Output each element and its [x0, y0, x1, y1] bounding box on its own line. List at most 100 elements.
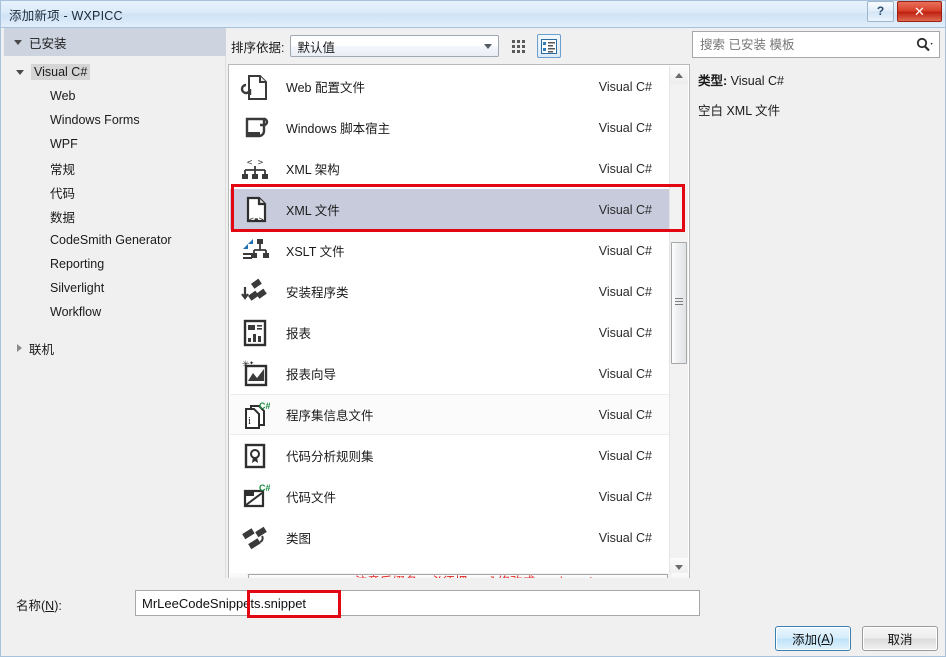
arrow-up-icon [675, 72, 683, 78]
search-input[interactable] [700, 37, 909, 52]
tree-item-label: WPF [50, 137, 78, 151]
svg-text:<▪>: <▪> [249, 215, 264, 224]
list-item-name: 代码分析规则集 [286, 450, 374, 464]
tree-item-label: 代码 [50, 186, 76, 201]
list-item-language: Visual C# [598, 79, 652, 94]
template-category-tree: Visual C# Web Windows Forms WPF 常规 代码 数据… [4, 60, 226, 360]
xslt-file-icon [238, 234, 272, 268]
list-item[interactable]: ✳ ✦ 报表向导 Visual C# [230, 353, 670, 394]
tree-item-label: Workflow [50, 305, 102, 319]
list-item[interactable]: 类图 Visual C# [230, 517, 670, 558]
installed-header[interactable]: 已安装 [4, 28, 226, 56]
chevron-down-icon [14, 39, 22, 45]
template-details-panel: 类型: Visual C# 空白 XML 文件 [692, 28, 946, 601]
list-item[interactable]: XSLT 文件 Visual C# [230, 230, 670, 271]
small-icons-view-button[interactable] [506, 34, 530, 58]
add-label-suffix: ) [829, 631, 834, 646]
chevron-down-icon [16, 69, 24, 75]
web-config-file-icon [238, 70, 272, 104]
tree-item-reporting[interactable]: Reporting [4, 252, 226, 276]
list-item[interactable]: i C# 程序集信息文件 Visual C# [230, 394, 670, 435]
list-item[interactable]: C# 代码文件 Visual C# [230, 476, 670, 517]
list-item-selected-xml-file[interactable]: <▪> XML 文件 Visual C# [230, 189, 670, 230]
vertical-scrollbar-thumb[interactable] [671, 242, 687, 364]
list-item[interactable]: Web 配置文件 Visual C# [230, 66, 670, 107]
cancel-label: 取消 [887, 633, 913, 647]
list-item-name: Windows 脚本宿主 [286, 122, 391, 136]
tree-item-silverlight[interactable]: Silverlight [4, 276, 226, 300]
list-item-language: Visual C# [598, 161, 652, 176]
search-icon[interactable] [909, 37, 939, 52]
chevron-down-icon [479, 37, 497, 55]
cancel-button[interactable]: 取消 [862, 626, 938, 651]
tree-item-data[interactable]: 数据 [4, 204, 226, 228]
tree-item-visual-csharp[interactable]: Visual C# [4, 60, 226, 84]
list-item[interactable]: 安装程序类 Visual C# [230, 271, 670, 312]
tree-item-windows-forms[interactable]: Windows Forms [4, 108, 226, 132]
dialog-footer: 名称(N): 添加(A) 取消 [0, 578, 946, 657]
list-icon [541, 38, 558, 54]
list-item[interactable]: 代码分析规则集 Visual C# [230, 435, 670, 476]
add-button[interactable]: 添加(A) [775, 626, 851, 651]
list-item-language: Visual C# [598, 530, 652, 545]
tree-item-label: Windows Forms [50, 113, 140, 127]
template-list-scroll-area[interactable]: Web 配置文件 Visual C# Windows 脚本宿主 Visual C… [230, 66, 670, 576]
list-item[interactable]: 报表 Visual C# [230, 312, 670, 353]
list-item-name: 报表 [286, 327, 312, 341]
list-item[interactable]: < > XML 架构 Visual C# [230, 148, 670, 189]
tree-item-label: Web [50, 89, 76, 103]
name-label-prefix: 名称( [16, 599, 46, 613]
template-list-panel: 排序依据: 默认值 Web 配置文件 Visual C# Windows 脚本宿… [228, 28, 690, 601]
tree-item-online[interactable]: 联机 [4, 336, 226, 360]
name-input[interactable] [136, 591, 699, 615]
help-button[interactable]: ? [867, 1, 894, 22]
tree-item-wpf[interactable]: WPF [4, 132, 226, 156]
list-view-button[interactable] [537, 34, 562, 58]
help-icon: ? [876, 4, 885, 18]
tree-item-codesmith-generator[interactable]: CodeSmith Generator [4, 228, 226, 252]
list-item-name: 安装程序类 [286, 286, 349, 300]
xml-file-icon: <▪> [238, 193, 272, 227]
list-item-language: Visual C# [598, 284, 652, 299]
tree-item-general[interactable]: 常规 [4, 156, 226, 180]
sort-by-label: 排序依据: [231, 40, 285, 55]
window-title: 添加新项 - WXPICC [9, 9, 123, 23]
tree-item-web[interactable]: Web [4, 84, 226, 108]
close-button[interactable]: ✕ [897, 1, 942, 22]
sort-by-value: 默认值 [297, 40, 335, 55]
list-item[interactable]: Windows 脚本宿主 Visual C# [230, 107, 670, 148]
tree-item-label: Visual C# [31, 64, 91, 80]
search-templates-box[interactable] [692, 31, 940, 58]
arrow-down-icon [675, 564, 683, 570]
svg-text:i: i [248, 415, 251, 427]
scrollbar-grip-icon [675, 298, 683, 306]
svg-text:C#: C# [259, 483, 270, 493]
add-label-accesskey: A [821, 631, 830, 646]
chevron-right-icon [17, 344, 22, 352]
dialog-content: 已安装 Visual C# Web Windows Forms WPF 常规 代… [0, 28, 946, 601]
list-item-name: XSLT 文件 [286, 245, 345, 259]
tree-item-workflow[interactable]: Workflow [4, 300, 226, 324]
list-item-language: Visual C# [598, 407, 652, 422]
list-item-language: Visual C# [598, 489, 652, 504]
grid-icon [511, 39, 525, 53]
name-input-wrapper[interactable] [135, 590, 700, 616]
list-item-language: Visual C# [598, 243, 652, 258]
scroll-up-button[interactable] [670, 66, 688, 84]
add-label-prefix: 添加( [792, 633, 822, 647]
template-list: Web 配置文件 Visual C# Windows 脚本宿主 Visual C… [228, 64, 690, 592]
svg-text:✦: ✦ [249, 360, 254, 367]
installed-header-label: 已安装 [29, 36, 67, 51]
sort-toolbar: 排序依据: 默认值 [228, 30, 690, 62]
code-analysis-ruleset-icon [238, 439, 272, 473]
sort-by-dropdown[interactable]: 默认值 [290, 35, 500, 57]
list-item-language: Visual C# [598, 325, 652, 340]
template-type-value: Visual C# [730, 74, 784, 88]
selected-template-details: 类型: Visual C# 空白 XML 文件 [698, 70, 938, 120]
windows-script-host-icon [238, 111, 272, 145]
tree-item-code[interactable]: 代码 [4, 180, 226, 204]
list-item-name: 类图 [286, 532, 312, 546]
tree-item-label: Reporting [50, 257, 105, 271]
xml-schema-icon: < > [238, 152, 272, 186]
template-list-vertical-scrollbar[interactable] [669, 66, 688, 576]
